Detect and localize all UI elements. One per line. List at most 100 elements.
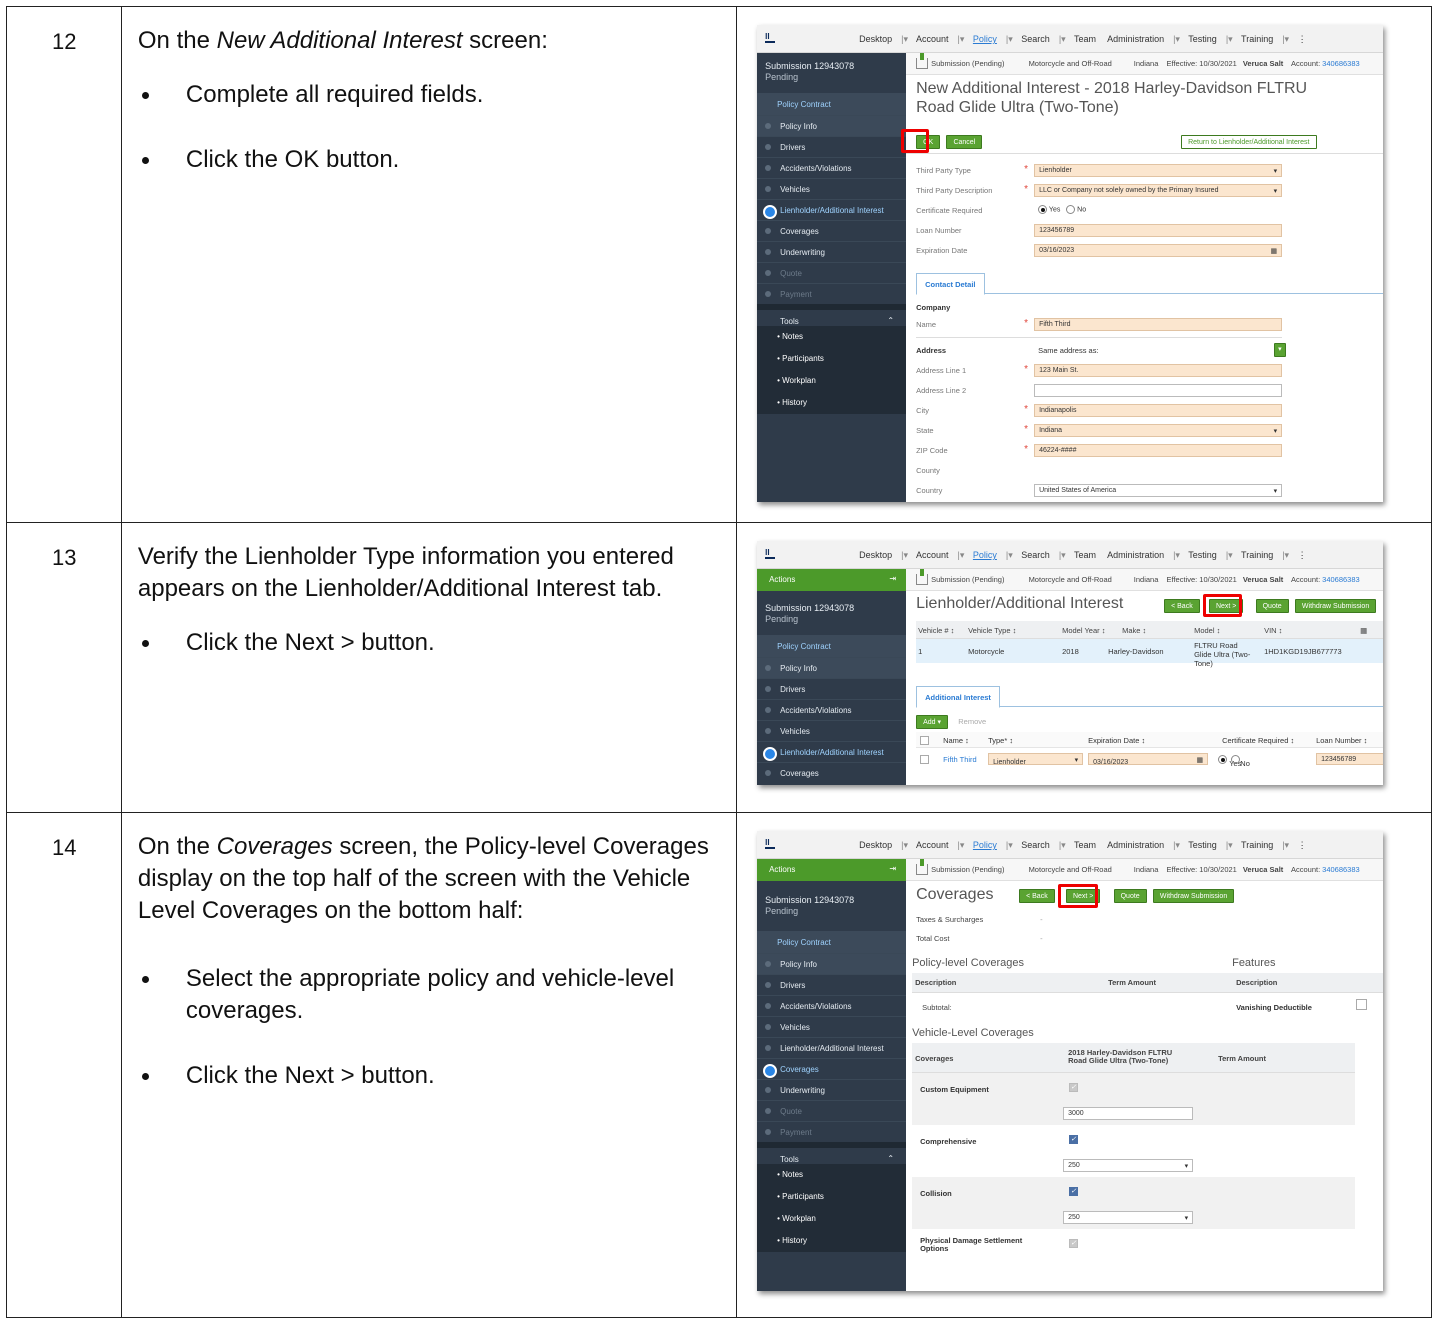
chevron-down-icon[interactable]: ▾ — [1274, 343, 1286, 357]
custom-equipment-checkbox[interactable]: ✓ — [1069, 1083, 1079, 1092]
back-button[interactable]: < Back — [1019, 889, 1055, 903]
nav-policy[interactable]: Policy — [973, 34, 997, 44]
state-select[interactable]: Indiana ▾ — [1034, 424, 1283, 437]
address-row: Address Same address as: ▾ — [916, 343, 1296, 358]
download-icon — [916, 53, 929, 69]
nav-account[interactable]: Account — [916, 34, 949, 44]
steps-table: 12 On the New Additional Interest screen… — [6, 6, 1432, 1318]
ok-highlight — [901, 129, 930, 153]
nav-administration[interactable]: Administration — [1107, 34, 1164, 44]
next-highlight — [1203, 594, 1243, 617]
chevron-down-icon: ▾ — [1273, 168, 1278, 175]
name-input[interactable]: Fifth Third — [1034, 318, 1283, 331]
vanishing-deductible-checkbox[interactable] — [1356, 999, 1368, 1010]
main-panel: Submission (Pending) Motorcycle and Off-… — [906, 569, 1384, 785]
physical-damage-checkbox[interactable]: ✓ — [1069, 1239, 1079, 1248]
sidebar-item-payment[interactable]: Payment — [757, 283, 907, 304]
expiration-input[interactable]: 03/16/2023 ▦ — [1088, 753, 1209, 766]
tab-contact-detail[interactable]: Contact Detail — [916, 273, 985, 295]
vehicle-grid-header: Vehicle # ↕ Vehicle Type ↕ Model Year ↕ … — [916, 621, 1384, 639]
quote-button[interactable]: Quote — [1113, 889, 1147, 903]
loan-input[interactable]: 123456789 — [1316, 753, 1384, 765]
tool-notes[interactable]: • Notes — [757, 326, 907, 348]
sidebar-item-accidents[interactable]: Accidents/Violations — [757, 157, 907, 178]
nav-testing[interactable]: Testing — [1188, 34, 1217, 44]
collision-select[interactable]: 250 ▾ — [1063, 1211, 1194, 1224]
bullet: Complete all required fields. — [138, 79, 722, 111]
withdraw-button[interactable]: Withdraw Submission — [1152, 889, 1235, 903]
chevron-up-icon: ⌃ — [887, 316, 895, 325]
chevron-down-icon: ▾ — [1273, 188, 1278, 195]
calendar-icon: ▦ — [1196, 757, 1204, 764]
tool-history[interactable]: • History — [757, 392, 907, 414]
actions-menu[interactable]: Actions ⇥ — [757, 569, 907, 591]
more-menu-icon[interactable]: ⋮ — [1298, 840, 1307, 850]
nav-team[interactable]: Team — [1074, 34, 1096, 44]
more-menu-icon[interactable]: ⋮ — [1298, 550, 1307, 560]
comprehensive-checkbox[interactable]: ✓ — [1069, 1135, 1079, 1144]
no-radio[interactable] — [1066, 205, 1076, 214]
cancel-button[interactable]: Cancel — [946, 135, 983, 149]
tool-participants[interactable]: • Participants — [757, 348, 907, 370]
comprehensive-select[interactable]: 250 ▾ — [1063, 1159, 1194, 1172]
return-button[interactable]: Return to Lienholder/Additional Interest — [1181, 135, 1317, 149]
next-highlight — [1058, 884, 1099, 908]
step-number: 12 — [6, 6, 122, 523]
nav-desktop[interactable]: Desktop — [859, 34, 892, 44]
zip-input[interactable]: 46224-#### — [1034, 444, 1283, 457]
sidebar-item-underwriting[interactable]: Underwriting — [757, 241, 907, 262]
policy-level-heading: Policy-level Coverages — [912, 957, 1024, 969]
actions-menu[interactable]: Actions ⇥ — [757, 859, 907, 881]
step-number: 14 — [6, 812, 122, 1318]
step-instructions: On the New Additional Interest screen: C… — [120, 6, 738, 523]
tab-additional-interest[interactable]: Additional Interest — [916, 686, 1000, 708]
sidebar-item-coverages[interactable]: Coverages — [757, 220, 907, 241]
sidebar-item-vehicles[interactable]: Vehicles — [757, 178, 907, 199]
yes-radio[interactable] — [1038, 205, 1048, 214]
sidebar-tools[interactable]: Tools ⌃ — [757, 304, 907, 326]
table-row[interactable]: 1 Motorcycle 2018 Harley-Davidson FLTRU … — [916, 639, 1384, 668]
yes-radio[interactable] — [1218, 754, 1228, 764]
quote-button[interactable]: Quote — [1255, 599, 1289, 613]
top-nav: II Desktop |▾ Account |▾ Policy |▾ Search |▾… — [757, 25, 1384, 53]
sidebar-item-quote[interactable]: Quote — [757, 262, 907, 283]
remove-button[interactable]: Remove — [958, 717, 986, 726]
chevron-down-icon: ▾ — [1273, 428, 1278, 435]
type-select[interactable]: Lienholder ▾ — [988, 753, 1084, 766]
city-input[interactable]: Indianapolis — [1034, 404, 1283, 417]
sidebar-group-policy-contract[interactable]: Policy Contract — [757, 93, 907, 115]
chevron-down-icon: ▾ — [1184, 1163, 1189, 1170]
expiration-date-input[interactable]: 03/16/2023 ▦ — [1034, 244, 1283, 257]
app-logo-icon: II — [765, 549, 776, 559]
tool-workplan[interactable]: • Workplan — [757, 370, 907, 392]
third-party-type-select[interactable]: Lienholder ▾ — [1034, 164, 1283, 177]
more-menu-icon[interactable]: ⋮ — [1298, 34, 1307, 44]
no-radio[interactable] — [1231, 754, 1241, 764]
loan-number-input[interactable]: 123456789 — [1034, 224, 1283, 237]
sidebar-item-lienholder[interactable]: Lienholder/Additional Interest — [757, 199, 907, 220]
add-button[interactable]: Add ▾ — [916, 715, 949, 729]
sidebar-item-drivers[interactable]: Drivers — [757, 136, 907, 157]
country-select[interactable]: United States of America ▾ — [1034, 484, 1283, 497]
cert-required-row: Certificate Required Yes No — [916, 205, 1087, 215]
nav-search[interactable]: Search — [1021, 34, 1050, 44]
third-party-desc-select[interactable]: LLC or Company not solely owned by the P… — [1034, 184, 1283, 197]
page-title: Lienholder/Additional Interest — [916, 595, 1124, 612]
bullet: Click the Next > button. — [138, 1060, 722, 1092]
withdraw-button[interactable]: Withdraw Submission — [1294, 599, 1377, 613]
address1-input[interactable]: 123 Main St. — [1034, 364, 1283, 377]
screenshot-cell: II Desktop |▾ Account |▾ Policy |▾ Search |▾… — [736, 812, 1432, 1318]
address2-input[interactable] — [1034, 384, 1283, 397]
collision-checkbox[interactable]: ✓ — [1069, 1187, 1079, 1196]
nav-training[interactable]: Training — [1241, 34, 1273, 44]
row-checkbox[interactable] — [920, 755, 930, 764]
sidebar: Actions ⇥ Submission 12943078 Pending Poli… — [757, 569, 907, 785]
name-link[interactable]: Fifth Third — [943, 755, 977, 764]
back-button[interactable]: < Back — [1164, 599, 1200, 613]
bullet: Click the Next > button. — [138, 627, 722, 659]
sidebar-item-policy-info[interactable]: Policy Info — [757, 115, 907, 136]
step-instructions: On the Coverages screen, the Policy-leve… — [120, 812, 738, 1318]
custom-equipment-input[interactable]: 3000 — [1063, 1107, 1194, 1120]
select-all-checkbox[interactable] — [920, 736, 930, 745]
app-logo-icon: II — [765, 33, 776, 43]
